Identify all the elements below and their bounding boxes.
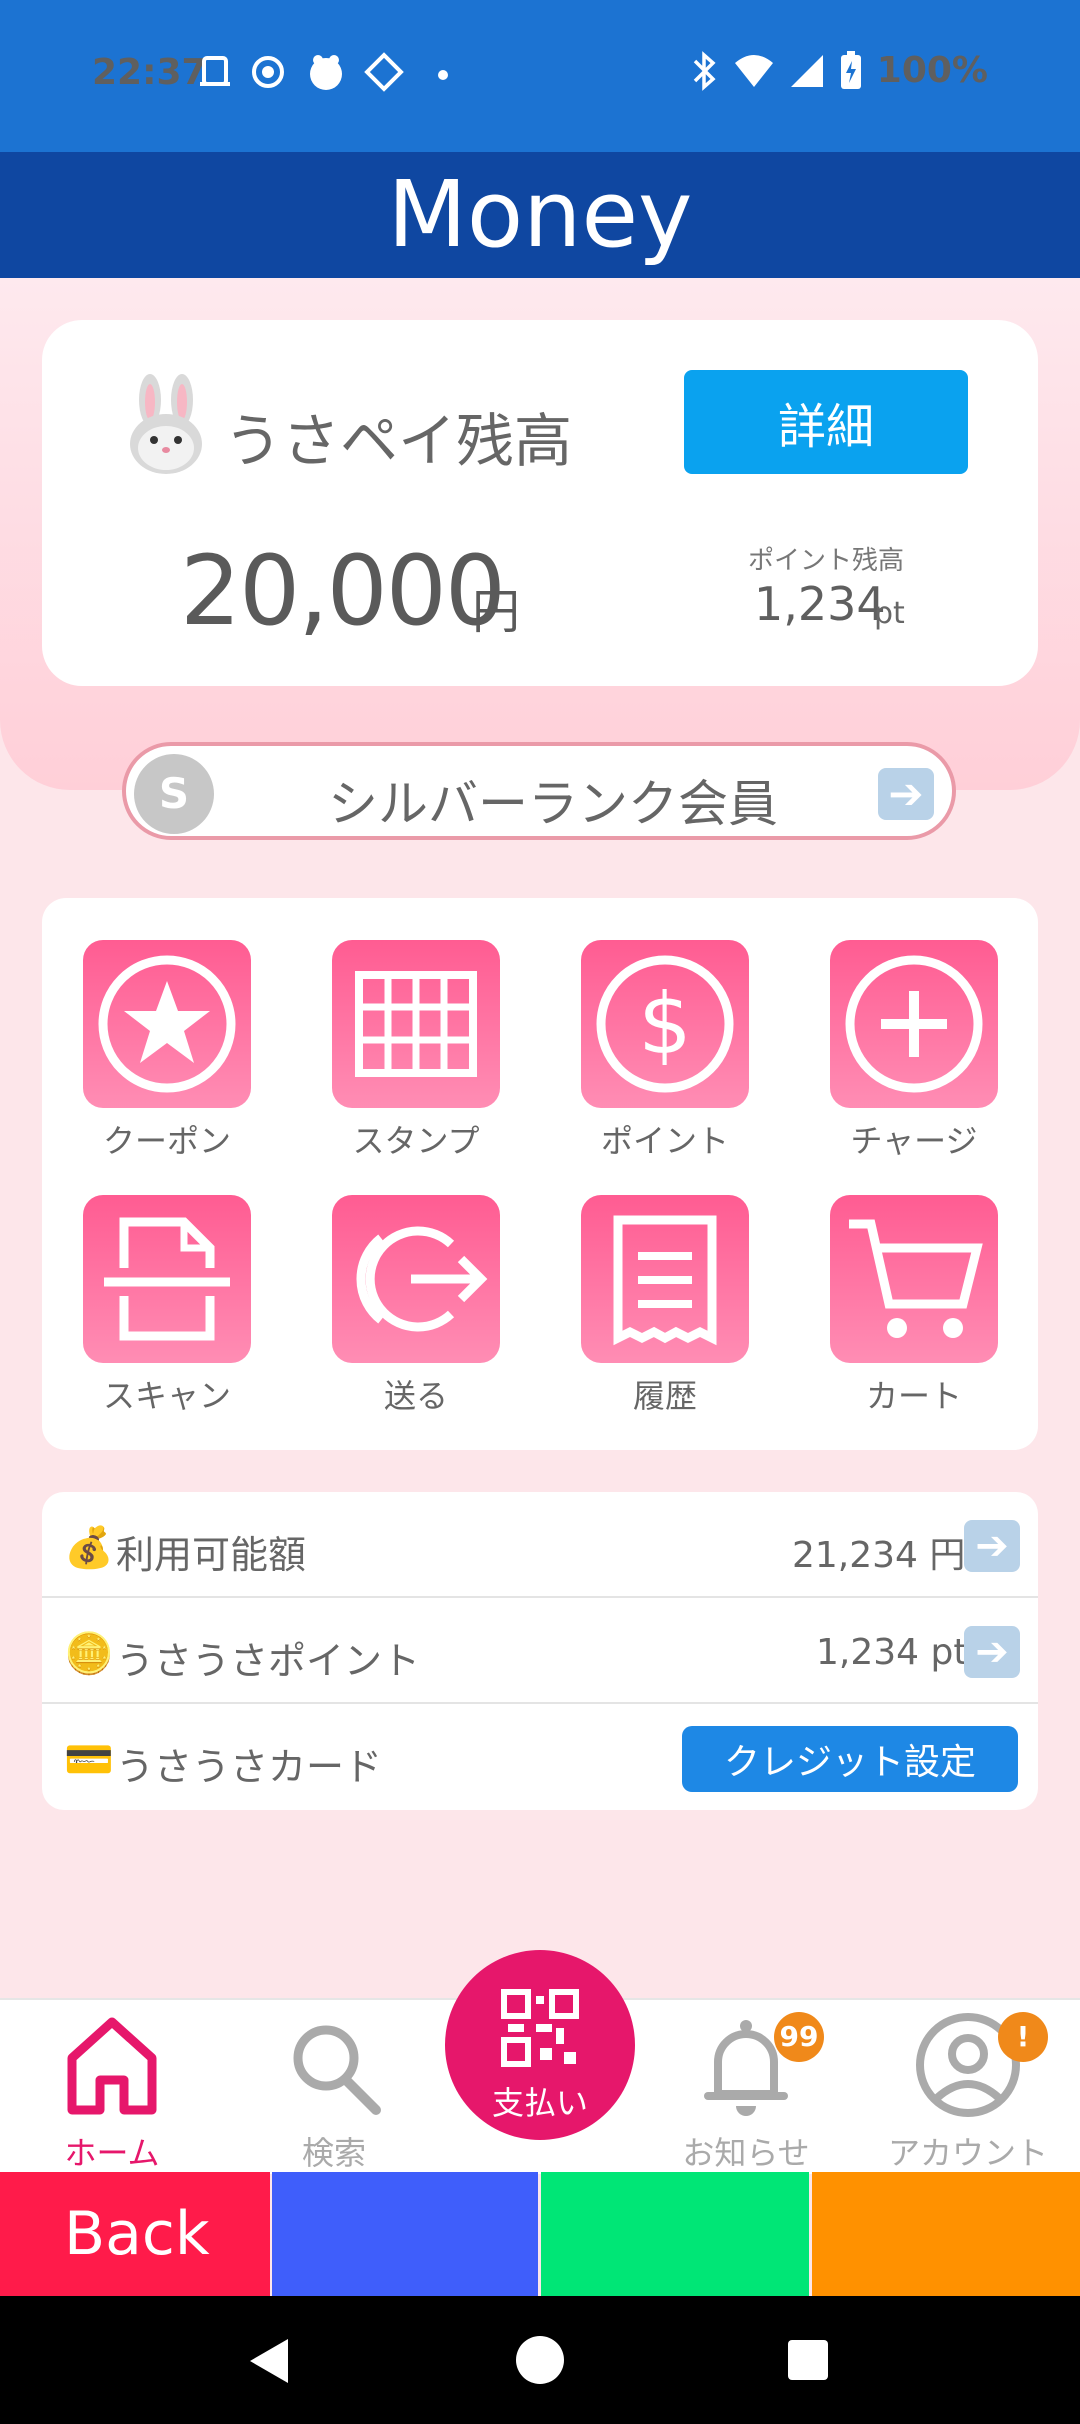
sync-icon [252, 56, 284, 88]
more-notifications-dot [438, 70, 448, 80]
signal-icon [790, 54, 823, 87]
points-caption: ポイント残高 [748, 546, 905, 576]
menu-label: チャージ [850, 1122, 978, 1160]
menu-coupon[interactable]: クーポン [83, 940, 251, 1162]
account-alert-badge: ! [998, 2012, 1048, 2062]
menu-charge[interactable]: チャージ [830, 940, 998, 1162]
blue-button[interactable] [272, 2172, 538, 2296]
menu-label: カート [865, 1377, 962, 1415]
nav-notifications-label: お知らせ [682, 2134, 810, 2172]
point-dollar-icon: $ [581, 940, 749, 1108]
pay-label: 支払い [491, 2084, 588, 2122]
wifi-icon [734, 54, 773, 87]
nav-search[interactable]: 検索 [244, 2010, 424, 2174]
svg-text:$: $ [638, 975, 691, 1073]
scan-document-icon [83, 1195, 251, 1363]
back-button[interactable]: Back [0, 2172, 270, 2296]
recents-square-icon[interactable] [786, 2338, 830, 2382]
available-amount-row[interactable]: 💰 利用可能額 21,234 円 ➔ [42, 1494, 1038, 1600]
menu-stamp[interactable]: スタンプ [332, 940, 500, 1162]
menu-send[interactable]: 送る [332, 1195, 500, 1417]
coin-icon: 🪙 [64, 1631, 114, 1677]
app-notification-icon [310, 55, 342, 90]
sim-icon [200, 56, 230, 86]
rabbit-icon [130, 374, 202, 474]
arrow-right-icon[interactable]: ➔ [964, 1520, 1020, 1572]
menu-cart[interactable]: カート [830, 1195, 998, 1417]
menu-label: クーポン [102, 1122, 231, 1160]
menu-scan[interactable]: スキャン [83, 1195, 251, 1417]
stamp-grid-icon [332, 940, 500, 1108]
menu-label: ポイント [600, 1122, 729, 1160]
divider [42, 1596, 1038, 1598]
available-amount-label: 利用可能額 [116, 1533, 307, 1577]
send-arrow-icon [332, 1195, 500, 1363]
green-button[interactable] [541, 2172, 809, 2296]
detail-button[interactable]: 詳細 [684, 370, 968, 474]
cart-icon [830, 1195, 998, 1363]
credit-settings-button[interactable]: クレジット設定 [682, 1726, 1018, 1792]
home-circle-icon[interactable] [514, 2334, 566, 2386]
battery-icon [840, 50, 861, 89]
nav-search-label: 検索 [301, 2134, 366, 2172]
qr-code-icon [501, 1989, 579, 2067]
menu-label: スタンプ [352, 1122, 480, 1160]
charge-plus-icon [830, 940, 998, 1108]
menu-label: スキャン [102, 1377, 231, 1415]
page-title: Money [387, 161, 693, 268]
status-time: 22:37 [92, 52, 207, 93]
system-nav-bar [0, 2296, 1080, 2424]
arrow-right-icon[interactable]: ➔ [964, 1626, 1020, 1678]
card-row-label: うさうさカード [116, 1745, 383, 1789]
receipt-history-icon [581, 1195, 749, 1363]
status-right: 100% [689, 50, 988, 91]
rank-badge: S [134, 754, 214, 834]
points-value: 1,234 [754, 577, 886, 631]
balance-label: うさペイ残高 [224, 407, 573, 475]
back-triangle-icon[interactable] [246, 2336, 292, 2386]
nav-home[interactable]: ホーム [22, 2010, 202, 2174]
available-amount-value: 21,234 円 [792, 1535, 966, 1576]
nav-home-label: ホーム [64, 2134, 160, 2172]
pay-button[interactable]: 支払い [445, 1950, 635, 2140]
notification-count-badge: 99 [774, 2012, 824, 2062]
credit-card-icon: 💳 [64, 1737, 114, 1783]
money-bag-icon: 💰 [64, 1525, 114, 1571]
battery-percent: 100% [876, 50, 988, 91]
bluetooth-icon [693, 50, 716, 91]
search-icon [293, 2025, 381, 2115]
app-bar: Money [0, 152, 1080, 278]
coupon-star-icon [83, 940, 251, 1108]
menu-label: 送る [383, 1377, 448, 1415]
divider [42, 1702, 1038, 1704]
balance-amount: 20,000 [180, 535, 506, 647]
rank-label: シルバーランク会員 [328, 775, 778, 833]
points-row-label: うさうさポイント [116, 1639, 421, 1683]
home-icon [67, 2017, 157, 2115]
nav-account-label: アカウント [887, 2134, 1048, 2172]
diamond-notification-icon [364, 52, 404, 92]
points-unit: pt [874, 596, 905, 631]
points-row-value: 1,234 pt [816, 1632, 968, 1673]
menu-point[interactable]: $ ポイント [581, 940, 749, 1162]
balance-currency: 円 [472, 584, 521, 640]
orange-button[interactable] [812, 2172, 1080, 2296]
arrow-right-icon[interactable]: ➔ [878, 768, 934, 820]
menu-label: 履歴 [632, 1377, 697, 1415]
menu-history[interactable]: 履歴 [581, 1195, 749, 1417]
points-row[interactable]: 🪙 うさうさポイント 1,234 pt ➔ [42, 1600, 1038, 1706]
